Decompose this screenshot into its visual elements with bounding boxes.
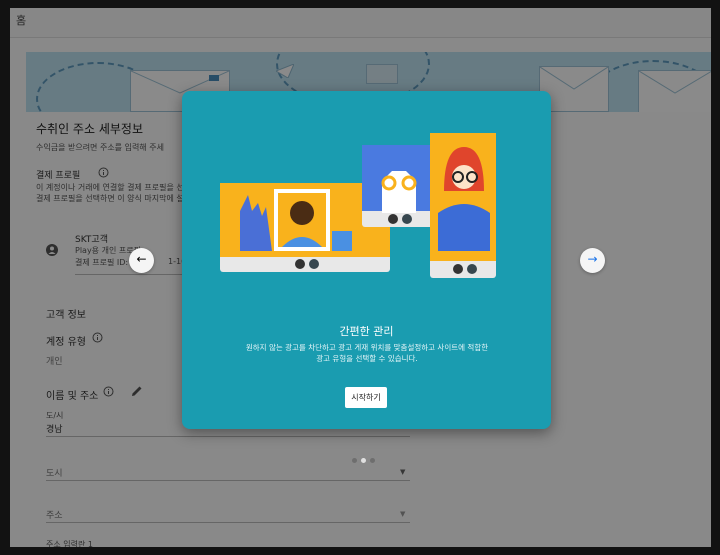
- pagination-dot-3[interactable]: [370, 458, 375, 463]
- next-button[interactable]: →: [580, 248, 605, 273]
- dialog-title: 간편한 관리: [339, 325, 394, 338]
- start-button[interactable]: 시작하기: [345, 387, 387, 408]
- pagination-dot-1[interactable]: [352, 458, 357, 463]
- pagination-dots: [352, 448, 379, 467]
- pagination-dot-2[interactable]: [361, 458, 366, 463]
- arrow-left-icon: ←: [136, 252, 147, 266]
- arrow-right-icon: →: [587, 252, 598, 266]
- onboarding-dialog: 간편한 관리 원하지 않는 광고를 차단하고 광고 게재 위치를 맞춤설정하고 …: [182, 91, 551, 429]
- previous-button[interactable]: ←: [129, 248, 154, 273]
- onboarding-illustration: [220, 133, 496, 278]
- dialog-description: 원하지 않는 광고를 차단하고 광고 게재 위치를 맞춤설정하고 사이트에 적합…: [245, 343, 489, 363]
